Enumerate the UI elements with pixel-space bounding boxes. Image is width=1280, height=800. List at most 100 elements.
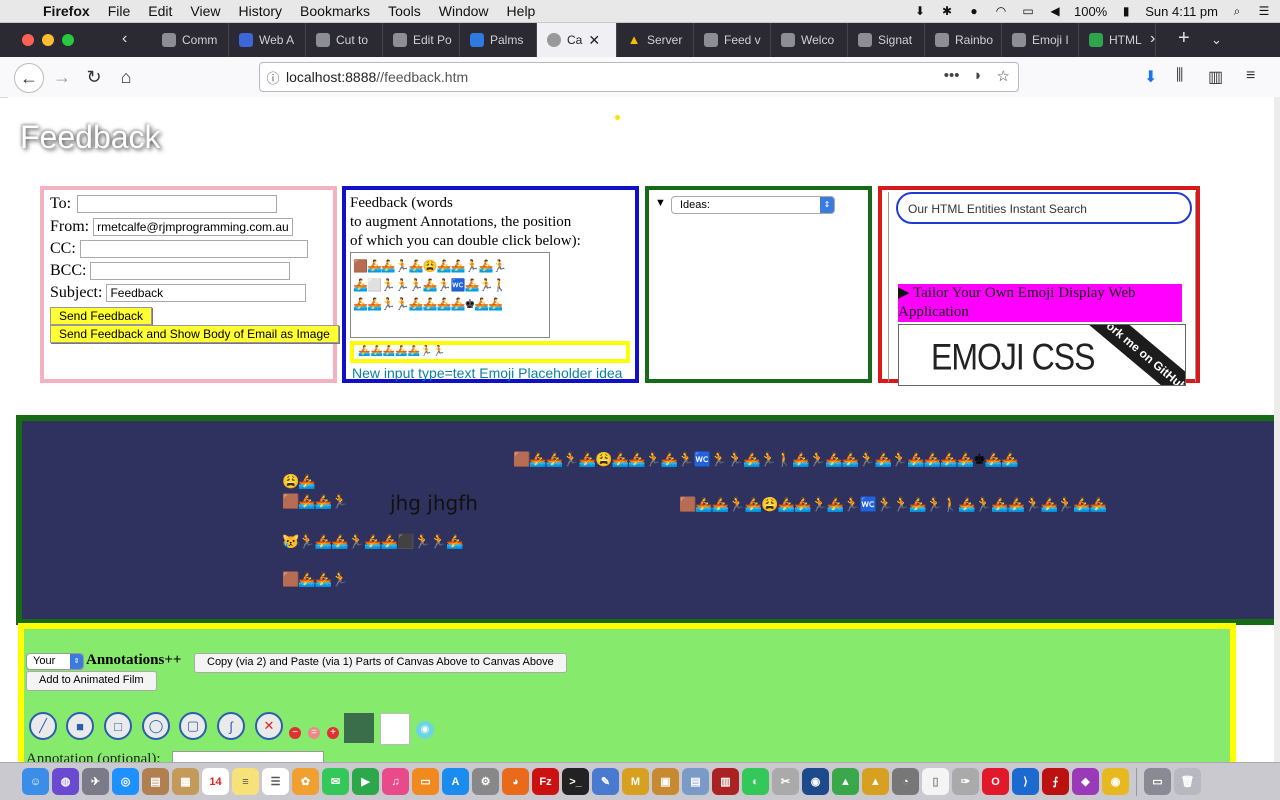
menu-help[interactable]: Help (498, 3, 545, 19)
safari-icon[interactable]: ◎ (112, 768, 139, 795)
menu-window[interactable]: Window (430, 3, 498, 19)
page-thumbnail-icon[interactable] (380, 713, 410, 745)
tab-edit[interactable]: Edit Po (383, 23, 460, 57)
feedback-textarea[interactable]: 🟫🚣🚣🏃🚣😩🚣🚣🏃🚣🏃 🚣⬜🏃🏃🏃🚣🏃🚾🚣🏃🚶 🚣🚣🏃🏃🚣🚣🚣🚣♚🚣🚣 (350, 252, 550, 338)
downloads-icon[interactable]: ⬇ (1144, 67, 1157, 87)
filezilla-icon[interactable]: Fz (532, 768, 559, 795)
calendar-icon[interactable]: 14 (202, 768, 229, 795)
disclosure-triangle-icon[interactable]: ▼ (655, 197, 666, 209)
facetime-icon[interactable]: ▶ (352, 768, 379, 795)
chrome-icon[interactable]: ◉ (1102, 768, 1129, 795)
curve-tool-icon[interactable]: ∫ (217, 712, 245, 740)
send-feedback-button[interactable]: Send Feedback (50, 307, 153, 325)
bcc-field[interactable] (90, 262, 291, 280)
system-info-icon[interactable]: ◔ (892, 768, 919, 795)
new-tab-icon[interactable]: + (1178, 27, 1190, 50)
url-bar[interactable]: ⓘ localhost:8888//feedback.htm ••• ◗ ☆ (259, 62, 1019, 92)
tab-web[interactable]: Web A (229, 23, 306, 57)
preview-icon[interactable]: ▤ (682, 768, 709, 795)
bookmark-star-icon[interactable]: ☆ (997, 67, 1010, 85)
opera-icon[interactable]: O (982, 768, 1009, 795)
send-feedback-image-button[interactable]: Send Feedback and Show Body of Email as … (50, 325, 339, 343)
itunes-icon[interactable]: ♫ (382, 768, 409, 795)
tab-rainbow[interactable]: Rainbo (925, 23, 1002, 57)
tailor-emoji-summary[interactable]: ▶ Tailor Your Own Emoji Display Web Appl… (898, 284, 1182, 322)
books-icon[interactable]: ▭ (412, 768, 439, 795)
minimize-window-button[interactable] (42, 34, 54, 46)
forward-icon[interactable]: → (48, 63, 76, 91)
tab-palms[interactable]: Palms (460, 23, 537, 57)
tab-active-canvas[interactable]: Ca ✕ (537, 23, 617, 57)
zoom-in-icon[interactable]: + (327, 727, 339, 739)
clear-tool-icon[interactable]: ✕ (255, 712, 283, 740)
trash-icon[interactable]: 🗑 (1174, 768, 1201, 795)
downloads-stack-icon[interactable]: ▭ (1144, 768, 1171, 795)
photo-booth-icon[interactable]: ▥ (712, 768, 739, 795)
ellipse-tool-icon[interactable]: ◯ (142, 712, 170, 740)
tab-welcome[interactable]: Welco (771, 23, 848, 57)
airplay-icon[interactable]: ▭ (1020, 4, 1036, 18)
menu-edit[interactable]: Edit (139, 3, 181, 19)
acrobat-icon[interactable]: ⨍ (1042, 768, 1069, 795)
reload-icon[interactable]: ↻ (80, 63, 108, 91)
rounded-rect-tool-icon[interactable]: ▢ (179, 712, 207, 740)
volume-icon[interactable]: ◀ (1047, 4, 1063, 18)
rectangle-tool-icon[interactable]: □ (104, 712, 132, 740)
menu-bookmarks[interactable]: Bookmarks (291, 3, 379, 19)
notification-center-icon[interactable]: ☰ (1256, 4, 1272, 18)
to-field[interactable] (77, 195, 278, 213)
tab-cut[interactable]: Cut to (306, 23, 383, 57)
your-select[interactable]: Your ⇕ (26, 653, 84, 670)
tab-feed[interactable]: Feed v (694, 23, 771, 57)
close-tab-icon[interactable]: ✕ (588, 32, 600, 49)
keynote-icon[interactable]: ▲ (862, 768, 889, 795)
site-info-icon[interactable]: ⓘ (260, 68, 286, 87)
placeholder-idea-link[interactable]: New input type=text Emoji Placeholder id… (352, 365, 622, 381)
back-icon[interactable]: ← (14, 63, 44, 93)
messages-icon[interactable]: ✉ (322, 768, 349, 795)
home-icon[interactable]: ⌂ (112, 63, 140, 91)
photos-icon[interactable]: ✿ (292, 768, 319, 795)
notes-brown-icon[interactable]: ▦ (172, 768, 199, 795)
colorful-app-icon[interactable]: ◆ (1072, 768, 1099, 795)
document-icon[interactable]: ▯ (922, 768, 949, 795)
sidebar-icon[interactable]: ▥ (1208, 67, 1223, 87)
tab-signature[interactable]: Signat (848, 23, 925, 57)
spotlight-icon[interactable]: ⌕ (1229, 4, 1245, 18)
wifi-icon[interactable]: ◠ (993, 4, 1009, 18)
quicktime-icon[interactable]: ◉ (802, 768, 829, 795)
image-thumbnail-icon[interactable] (344, 713, 374, 743)
copy-paste-canvas-button[interactable]: Copy (via 2) and Paste (via 1) Parts of … (194, 653, 567, 673)
from-field[interactable] (93, 218, 294, 236)
app-store-icon[interactable]: A (442, 768, 469, 795)
zoom-window-button[interactable] (62, 34, 74, 46)
system-preferences-icon[interactable]: ⚙ (472, 768, 499, 795)
tab-comm[interactable]: Comm (152, 23, 229, 57)
entities-search-input[interactable]: Our HTML Entities Instant Search (896, 192, 1192, 224)
tab-list-dropdown-icon[interactable]: ⌄ (1211, 32, 1222, 48)
menu-hamburger-icon[interactable]: ≡ (1246, 67, 1255, 85)
emoji-css-banner[interactable]: EMOJI CSS Fork me on GitHub (898, 324, 1186, 386)
numbers-icon[interactable]: ▲ (832, 768, 859, 795)
reset-size-icon[interactable]: = (308, 727, 320, 739)
vscode-icon[interactable]: ⟩ (1012, 768, 1039, 795)
menu-app-firefox[interactable]: Firefox (34, 3, 99, 19)
firefox-icon[interactable]: ◕ (502, 768, 529, 795)
tool-icon[interactable]: ✑ (952, 768, 979, 795)
zoom-out-icon[interactable]: − (289, 727, 301, 739)
tab-scroll-left-icon[interactable]: ‹ (122, 30, 127, 48)
tab-emoji[interactable]: Emoji I (1002, 23, 1079, 57)
close-window-button[interactable] (22, 34, 34, 46)
mamp-icon[interactable]: M (622, 768, 649, 795)
siri-icon[interactable]: ◍ (52, 768, 79, 795)
grapher-icon[interactable]: ✂ (772, 768, 799, 795)
download-tray-icon[interactable]: ⬇ (912, 4, 928, 18)
pocket-icon[interactable]: ◗ (973, 67, 982, 85)
circle-tray-icon[interactable]: ● (966, 4, 982, 18)
tab-html[interactable]: HTML (1079, 23, 1156, 57)
page-actions-icon[interactable]: ••• (944, 67, 960, 85)
add-to-animated-film-button[interactable]: Add to Animated Film (26, 671, 157, 691)
finder-icon[interactable]: ☺ (22, 768, 49, 795)
battery-icon[interactable]: ▮ (1118, 4, 1134, 18)
archive-icon[interactable]: ▣ (652, 768, 679, 795)
